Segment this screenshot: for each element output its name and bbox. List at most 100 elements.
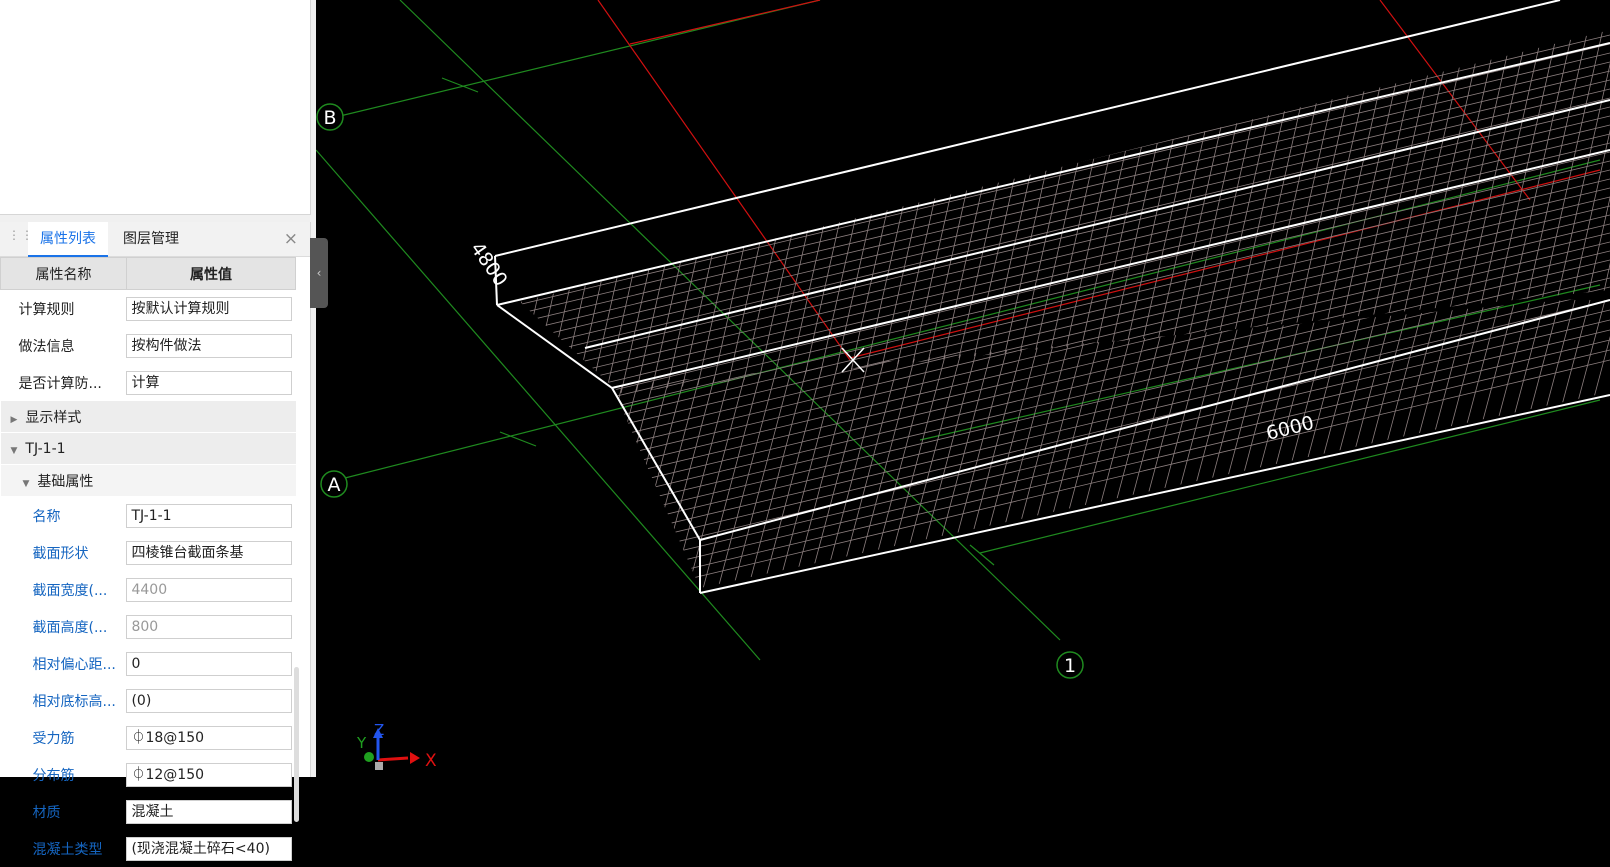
table-row[interactable]: 相对偏心距... 0 <box>1 645 296 682</box>
expand-triangle-icon[interactable]: ▶ <box>11 415 18 425</box>
svg-text:B: B <box>323 107 336 129</box>
close-icon[interactable]: × <box>284 229 298 249</box>
axis-marker-1[interactable]: 1 <box>1056 651 1084 679</box>
group-basic-properties[interactable]: ▼ 基础属性 <box>0 464 296 497</box>
group-display-style[interactable]: ▶ 显示样式 <box>0 401 296 433</box>
triad-y-marker <box>364 752 374 762</box>
property-value-field[interactable]: (0) <box>126 688 292 713</box>
mesh-line <box>612 359 1610 588</box>
mesh-line <box>520 30 601 393</box>
property-name: 做法信息 <box>18 338 75 355</box>
mesh-line <box>520 205 1610 393</box>
mesh-line <box>1529 30 1610 393</box>
triad-origin-cube <box>375 762 383 770</box>
mesh-line <box>520 30 541 393</box>
3d-viewport[interactable]: B A 1 4800 6000 X Y Z <box>315 0 1610 777</box>
mesh-line <box>1434 299 1516 588</box>
property-value-field[interactable]: 4400 <box>126 577 292 602</box>
property-value-field[interactable]: 0 <box>126 651 292 676</box>
property-value-field[interactable]: (现浇混凝土碎石<40) <box>126 836 292 861</box>
property-value-field[interactable]: 混凝土 <box>126 799 292 824</box>
header-name: 属性名称 <box>0 257 127 290</box>
table-row[interactable]: 计算规则 按默认计算规则 <box>1 290 296 328</box>
mesh-line <box>644 30 736 393</box>
mesh-line <box>984 299 1066 588</box>
mesh-line <box>899 30 991 393</box>
mesh-line <box>1079 30 1171 393</box>
mesh-line <box>1209 299 1291 588</box>
mesh-line <box>554 30 646 393</box>
triad-x-label: X <box>425 751 437 771</box>
mesh-line <box>989 30 1081 393</box>
red-axis-lines <box>597 0 1601 361</box>
collapse-triangle-icon[interactable]: ▼ <box>23 479 30 489</box>
property-value-field[interactable]: ⏀18@150 <box>126 725 292 750</box>
table-row[interactable]: 截面形状 四棱锥台截面条基 <box>1 534 296 571</box>
mesh-line <box>539 30 631 393</box>
property-value-field[interactable]: ⏀12@150 <box>126 762 292 787</box>
mesh-line <box>959 30 1051 393</box>
mesh-line <box>1599 299 1610 588</box>
collapse-triangle-icon[interactable]: ▼ <box>11 446 18 456</box>
property-name: 截面高度(... <box>32 619 108 636</box>
mesh-line <box>1494 299 1576 588</box>
mesh-line <box>1589 30 1610 393</box>
tab-property-list[interactable]: 属性列表 <box>28 222 108 257</box>
mesh-line <box>524 30 616 393</box>
mesh-line <box>1319 30 1411 393</box>
group-label: TJ-1-1 <box>25 440 66 457</box>
header-value: 属性值 <box>125 257 297 290</box>
property-name: 计算规则 <box>18 301 75 318</box>
mesh-line <box>1019 30 1111 393</box>
table-row[interactable]: 是否计算防... 计算 <box>1 364 296 401</box>
table-header: 属性名称 属性值 <box>0 257 297 290</box>
property-value-field[interactable]: 按默认计算规则 <box>126 296 292 321</box>
mesh-line <box>614 30 706 393</box>
mesh-line <box>929 30 1021 393</box>
table-row[interactable]: 混凝土类型 (现浇混凝土碎石<40) <box>1 830 296 867</box>
property-name: 名称 <box>32 508 61 525</box>
table-row[interactable]: 名称 TJ-1-1 <box>1 497 296 535</box>
mesh-line <box>824 30 916 393</box>
viewport-canvas[interactable]: B A 1 4800 6000 X Y Z <box>315 0 1610 777</box>
table-row[interactable]: 截面宽度(... 4400 <box>1 571 296 608</box>
mesh-line <box>1089 299 1171 588</box>
table-row[interactable]: 做法信息 按构件做法 <box>1 327 296 364</box>
mesh-line <box>1299 299 1381 588</box>
axis-marker-B[interactable]: B <box>316 103 344 131</box>
table-row[interactable]: 截面高度(... 800 <box>1 608 296 645</box>
property-name: 是否计算防... <box>18 375 102 392</box>
mesh-line <box>879 299 961 588</box>
mesh-line <box>704 30 796 393</box>
group-label: 基础属性 <box>37 473 94 490</box>
mesh-line <box>954 299 1036 588</box>
table-row[interactable]: 分布筋 ⏀12@150 <box>1 756 296 793</box>
property-value-field[interactable]: 800 <box>126 614 292 639</box>
mesh-line <box>759 299 841 588</box>
drag-grip-icon[interactable]: ⋮⋮ <box>8 229 33 247</box>
panel-tabbar: ⋮⋮ 属性列表 图层管理 × <box>0 222 310 257</box>
table-row[interactable]: 受力筋 ⏀18@150 <box>1 719 296 756</box>
property-value-field[interactable]: 计算 <box>126 370 292 395</box>
table-row[interactable]: 材质 混凝土 <box>1 793 296 830</box>
group-element[interactable]: ▼ TJ-1-1 <box>0 432 296 465</box>
property-name: 材质 <box>32 804 61 821</box>
mesh-line <box>869 30 961 393</box>
mesh-line <box>1539 299 1610 588</box>
tab-layer-management[interactable]: 图层管理 <box>111 222 191 256</box>
mesh-line <box>1164 299 1246 588</box>
triad-x-arrow-icon <box>410 752 420 764</box>
property-name: 截面形状 <box>32 545 89 562</box>
mesh-line <box>1104 299 1186 588</box>
mesh-line <box>659 30 751 393</box>
table-row[interactable]: 相对底标高... (0) <box>1 682 296 719</box>
property-value-field[interactable]: 按构件做法 <box>126 333 292 358</box>
mesh-line <box>505 300 585 600</box>
axis-marker-A[interactable]: A <box>320 470 348 498</box>
mesh-line <box>1169 30 1261 393</box>
mesh-line <box>520 142 1610 393</box>
panel-scrollbar[interactable] <box>294 667 299 822</box>
property-value-field[interactable]: TJ-1-1 <box>126 503 292 528</box>
mesh-line <box>1059 299 1141 588</box>
property-value-field[interactable]: 四棱锥台截面条基 <box>126 540 292 565</box>
